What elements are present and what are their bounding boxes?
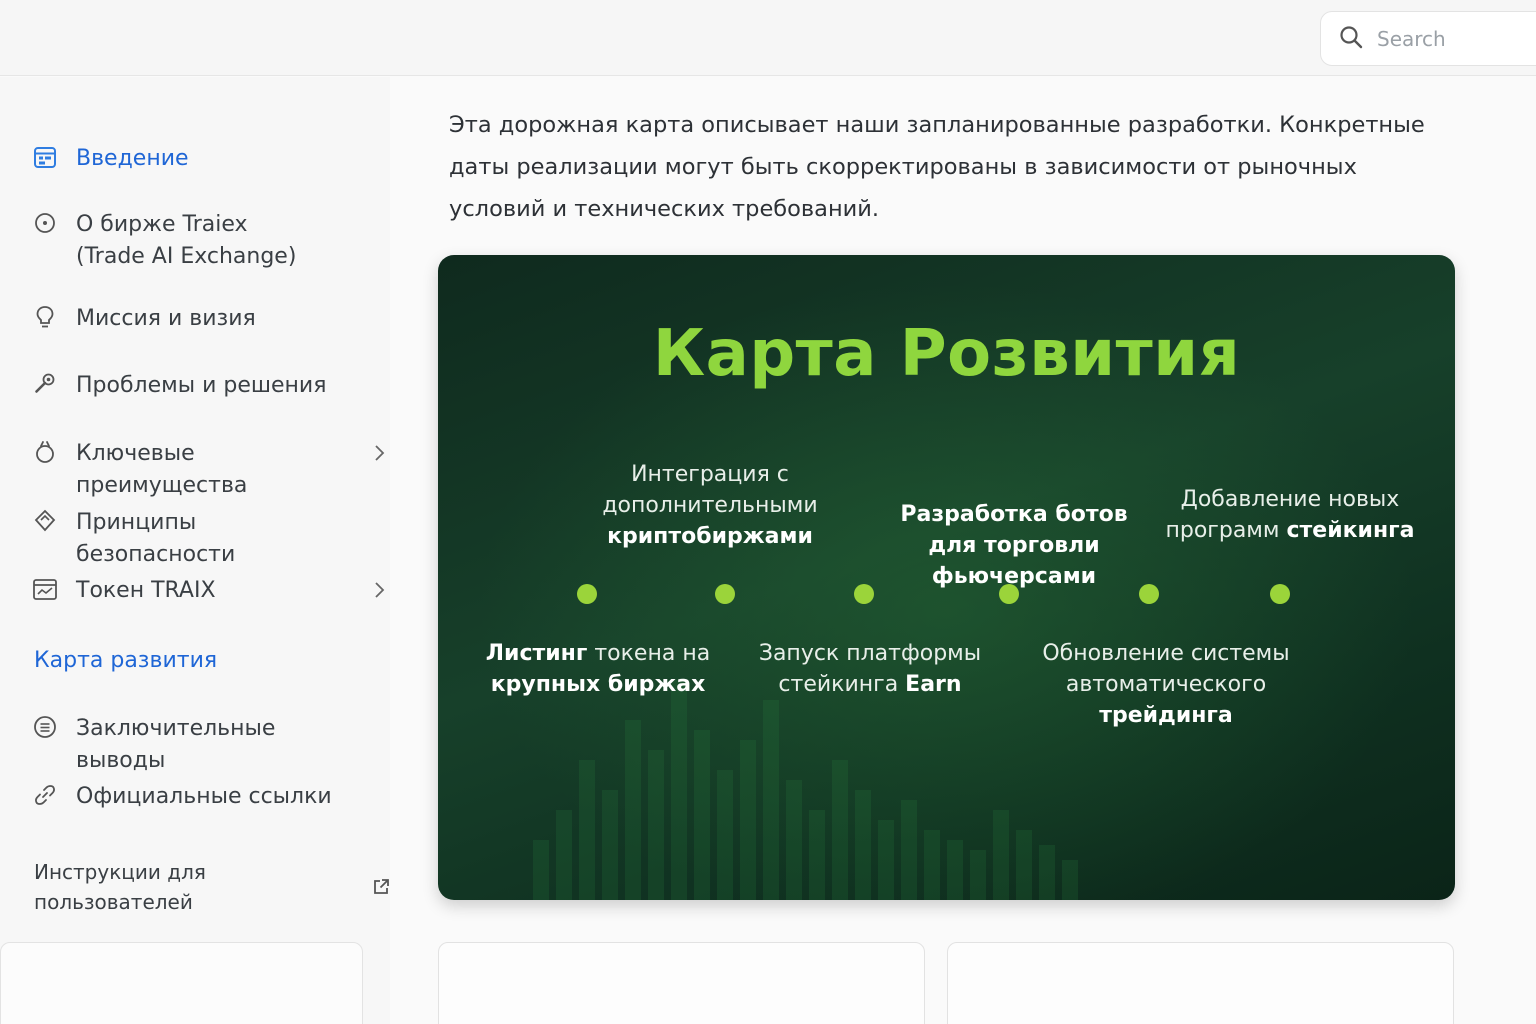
milestone-text: Обновление системы автоматического [1042, 641, 1290, 697]
wrench-icon [32, 371, 58, 397]
bottom-card [947, 942, 1454, 1024]
intro-paragraph: Эта дорожная карта описывает наши заплан… [449, 112, 1425, 222]
sidebar-bottom-card [0, 942, 363, 1024]
sidebar-item-key-advantages[interactable]: Ключевые преимущества [32, 438, 392, 502]
milestone-trading-update: Обновление системы автоматического трейд… [1036, 638, 1296, 731]
sidebar-item-token[interactable]: Токен TRAIX [32, 575, 392, 607]
top-bar [0, 0, 1536, 76]
list-circle-icon [32, 714, 58, 740]
milestone-text: токена на [594, 641, 711, 666]
milestone-bold-text: Разработка ботов для торговли фьючерсами [900, 502, 1128, 589]
milestone-staking-programs: Добавление новых программ стейкинга [1160, 484, 1420, 546]
sidebar-item-label: Проблемы и решения [76, 373, 327, 398]
sidebar-item-security[interactable]: Принципы безопасности [32, 507, 392, 571]
sidebar-item-problems[interactable]: Проблемы и решения [32, 370, 392, 402]
timeline-dot [854, 584, 874, 604]
diamond-shield-icon [32, 508, 58, 534]
milestone-exchange-integration: Интеграция с дополнительными криптобиржа… [590, 459, 830, 552]
chevron-right-icon[interactable] [368, 442, 390, 464]
sidebar-item-label: Ключевые преимущества [76, 441, 248, 498]
calendar-grid-icon [32, 144, 58, 170]
chevron-right-icon[interactable] [368, 579, 390, 601]
token-calendar-icon [32, 576, 58, 602]
milestone-earn-launch: Запуск платформы стейкинга Earn [750, 638, 990, 700]
award-icon [32, 439, 58, 465]
search-icon [1339, 25, 1363, 53]
sidebar-item-label: Официальные ссылки [76, 784, 332, 809]
info-circle-icon [32, 210, 58, 236]
milestone-bold-text: Earn [905, 672, 962, 697]
milestone-bold-text: Листинг [485, 641, 588, 666]
milestone-bold-text: стейкинга [1286, 518, 1415, 543]
lightbulb-icon [32, 304, 58, 330]
user-instructions-link[interactable]: Инструкции для пользователей [34, 857, 390, 917]
sidebar-item-label: Миссия и визия [76, 306, 256, 331]
sidebar-item-label: О бирже Traiex (Trade AI Exchange) [76, 212, 297, 269]
sidebar-section-roadmap[interactable]: Карта развития [34, 645, 217, 677]
sidebar-item-label: Токен TRAIX [76, 578, 216, 603]
milestone-token-listing: Листинг токена на крупных биржах [483, 638, 713, 700]
timeline-dot [577, 584, 597, 604]
sidebar-item-about-exchange[interactable]: О бирже Traiex (Trade AI Exchange) [32, 209, 392, 273]
link-icon [32, 782, 58, 808]
sidebar-item-official-links[interactable]: Официальные ссылки [32, 781, 392, 813]
sidebar: Введение О бирже Traiex (Trade AI Exchan… [0, 77, 390, 1024]
sidebar-item-conclusions[interactable]: Заключительные выводы [32, 713, 392, 777]
milestone-text: Интеграция с дополнительными [602, 462, 818, 518]
external-link-icon [372, 878, 390, 896]
bottom-card [438, 942, 925, 1024]
sidebar-item-label: Принципы безопасности [76, 510, 236, 567]
sidebar-item-label: Заключительные выводы [76, 716, 276, 773]
milestone-bold-text: криптобиржами [607, 524, 813, 549]
sidebar-item-label: Введение [76, 146, 189, 171]
search-box[interactable] [1320, 11, 1536, 66]
timeline-dot [715, 584, 735, 604]
sidebar-item-mission[interactable]: Миссия и визия [32, 303, 392, 335]
milestone-futures-bots: Разработка ботов для торговли фьючерсами [894, 468, 1134, 592]
timeline-dot [1139, 584, 1159, 604]
user-instructions-label: Инструкции для пользователей [34, 860, 206, 914]
timeline-dot [1270, 584, 1290, 604]
milestone-bold-text: трейдинга [1099, 703, 1233, 728]
roadmap-banner: Карта Розвития Интеграция с дополнительн… [438, 255, 1455, 900]
sidebar-item-introduction[interactable]: Введение [32, 143, 392, 175]
milestone-bold-text: крупных биржах [490, 672, 706, 697]
search-input[interactable] [1377, 26, 1517, 51]
